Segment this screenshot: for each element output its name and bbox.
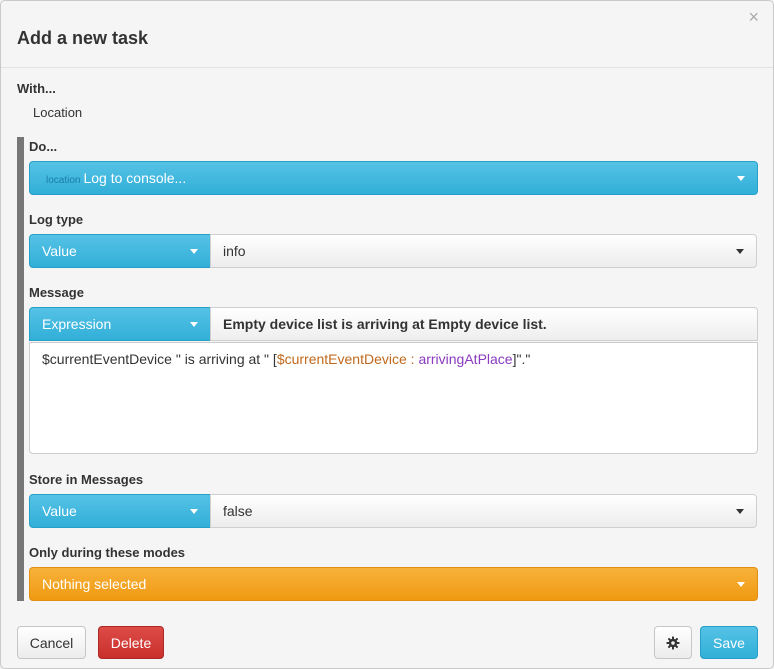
expression-separator: : <box>406 351 419 367</box>
expression-variable: $currentEventDevice <box>276 351 407 367</box>
message-preview-text: Empty device list is arriving at Empty d… <box>223 316 547 332</box>
modes-select-text: Nothing selected <box>42 576 147 592</box>
with-label: With... <box>17 81 56 96</box>
store-mode-select[interactable]: Value <box>29 494 211 528</box>
message-mode-select[interactable]: Expression <box>29 307 211 341</box>
log-type-mode-text: Value <box>42 243 77 259</box>
chevron-down-icon <box>190 509 198 514</box>
cancel-button[interactable]: Cancel <box>17 626 86 659</box>
save-button[interactable]: Save <box>700 626 758 659</box>
store-mode-text: Value <box>42 503 77 519</box>
store-label: Store in Messages <box>29 472 144 487</box>
chevron-down-icon <box>737 176 745 181</box>
message-label: Message <box>29 285 84 300</box>
log-type-value-text: info <box>223 243 246 259</box>
store-value-text: false <box>223 503 253 519</box>
chevron-down-icon <box>736 509 744 514</box>
log-type-label: Log type <box>29 212 84 227</box>
close-icon[interactable]: × <box>748 7 759 27</box>
dialog-title: Add a new task <box>17 28 149 48</box>
action-name: Log to console... <box>83 170 187 186</box>
task-block-indicator <box>17 137 24 601</box>
add-task-dialog: × Add a new task With... Location Do... … <box>0 0 774 669</box>
action-select[interactable]: location Log to console... <box>29 161 758 195</box>
message-expression-editor[interactable]: $currentEventDevice " is arriving at " [… <box>29 342 758 454</box>
with-value: Location <box>33 105 83 120</box>
log-type-value-select[interactable]: info <box>210 234 757 268</box>
gear-icon <box>666 636 680 649</box>
message-mode-text: Expression <box>42 316 112 332</box>
settings-button[interactable] <box>654 626 692 659</box>
expression-text: $currentEventDevice " is arriving at " [ <box>42 351 277 367</box>
expression-property: arrivingAtPlace <box>418 351 513 367</box>
chevron-down-icon <box>737 582 745 587</box>
store-value-select[interactable]: false <box>210 494 757 528</box>
chevron-down-icon <box>190 322 198 327</box>
expression-end: ]"." <box>512 351 531 367</box>
action-category-badge: location <box>46 175 81 186</box>
delete-button[interactable]: Delete <box>98 626 164 659</box>
chevron-down-icon <box>190 249 198 254</box>
do-label: Do... <box>29 139 58 154</box>
message-preview: Empty device list is arriving at Empty d… <box>210 307 758 341</box>
log-type-mode-select[interactable]: Value <box>29 234 211 268</box>
modes-select[interactable]: Nothing selected <box>29 567 758 601</box>
header-divider <box>1 67 773 68</box>
action-select-text: location Log to console... <box>46 170 186 186</box>
chevron-down-icon <box>736 249 744 254</box>
modes-label: Only during these modes <box>29 545 186 560</box>
